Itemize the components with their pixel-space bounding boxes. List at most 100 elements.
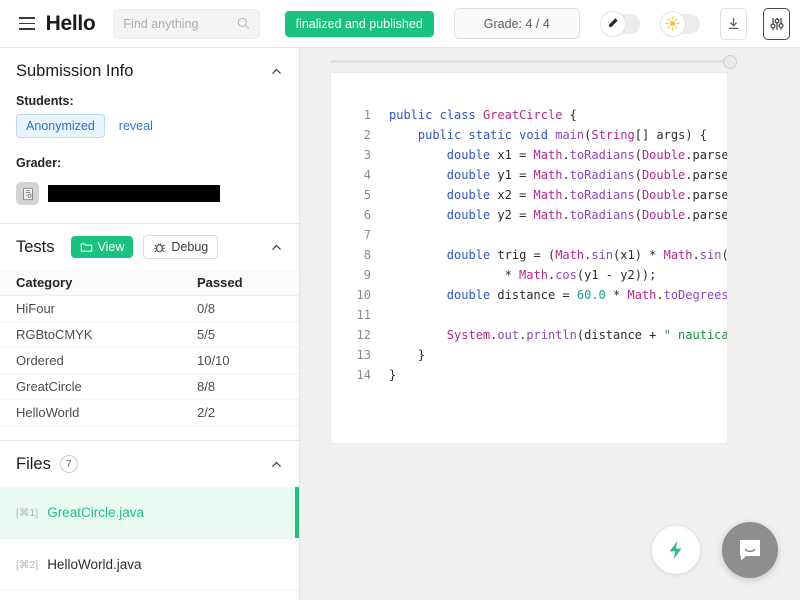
chevron-up-icon[interactable] <box>270 65 283 78</box>
view-tests-button[interactable]: View <box>70 236 134 258</box>
lightning-bolt-icon <box>669 540 682 560</box>
anonymized-badge[interactable]: Anonymized <box>16 114 105 138</box>
edit-toggle[interactable] <box>599 10 640 37</box>
debug-tests-label: Debug <box>171 240 209 254</box>
code-line-text: double x2 = Math.toRadians(Double.parseD… <box>446 188 728 202</box>
code-line-number: 13 <box>356 348 371 362</box>
code-line-text: public static void main(String[] args) { <box>417 128 708 142</box>
code-line: 12 System.out.println(distance + " nauti… <box>331 325 727 345</box>
settings-button[interactable] <box>763 7 790 40</box>
code-line-text: public class GreatCircle { <box>389 108 577 122</box>
code-line: 13 } <box>331 345 727 365</box>
certificate-icon <box>16 182 39 205</box>
file-shortcut: [⌘2] <box>16 558 39 571</box>
table-row[interactable]: Ordered 10/10 <box>0 347 299 374</box>
search-placeholder: Find anything <box>123 16 199 31</box>
list-item[interactable]: [⌘3] HiFour.java <box>0 591 299 600</box>
list-item[interactable]: [⌘1] GreatCircle.java <box>0 487 299 539</box>
grade-button[interactable]: Grade: 4 / 4 <box>453 8 580 39</box>
code-viewer[interactable]: 1 public class GreatCircle {2 public stat… <box>330 72 728 444</box>
code-width-slider-track[interactable] <box>330 60 728 63</box>
sidebar: Submission Info Students: Anonymized rev… <box>0 48 300 600</box>
code-line-number: 3 <box>363 148 371 162</box>
search-input[interactable]: Find anything <box>113 8 260 39</box>
code-line-text: double y2 = Math.toRadians(Double.parseD… <box>446 208 728 222</box>
code-line: 4 double y1 = Math.toRadians(Double.pars… <box>331 165 727 185</box>
code-line: 11 <box>331 305 727 325</box>
students-row: Anonymized reveal <box>0 114 299 138</box>
code-line-text: } <box>389 348 426 362</box>
code-line-number: 2 <box>363 128 371 142</box>
grader-row <box>0 176 299 205</box>
bug-icon <box>154 242 166 252</box>
view-tests-label: View <box>97 240 125 254</box>
code-line: 2 public static void main(String[] args)… <box>331 125 727 145</box>
code-line-number: 11 <box>356 308 371 322</box>
pencil-icon <box>608 18 618 28</box>
table-row[interactable]: HiFour 0/8 <box>0 295 299 322</box>
list-item[interactable]: [⌘2] HelloWorld.java <box>0 539 299 591</box>
code-line-number: 9 <box>363 268 371 282</box>
code-line-text: * Math.cos(y1 - y2)); <box>389 268 657 282</box>
code-line-number: 12 <box>356 328 371 342</box>
code-line: 1 public class GreatCircle { <box>331 105 727 125</box>
help-chat-button[interactable] <box>722 522 778 578</box>
brightness-toggle[interactable] <box>659 10 701 37</box>
grader-name-redacted <box>48 185 220 202</box>
code-line-text: } <box>389 368 397 382</box>
code-line-number: 10 <box>356 288 371 302</box>
test-passed: 10/10 <box>181 347 299 374</box>
code-line-text: double trig = (Math.sin(x1) * Math.sin(x… <box>446 248 728 262</box>
sun-icon <box>665 16 681 31</box>
test-category: GreatCircle <box>0 373 181 400</box>
sliders-icon <box>770 17 784 30</box>
chevron-up-icon[interactable] <box>270 458 283 471</box>
code-line-number: 5 <box>363 188 371 202</box>
code-line-text: System.out.println(distance + " nautical <box>446 328 728 342</box>
test-passed: 0/8 <box>181 295 299 322</box>
tests-table: Category Passed HiFour 0/8 RGBtoCMYK 5/5… <box>0 270 299 426</box>
code-line-text: double x1 = Math.toRadians(Double.parseD… <box>446 148 728 162</box>
file-name: GreatCircle.java <box>47 505 144 520</box>
brightness-toggle-knob <box>659 10 686 37</box>
code-line: 10 double distance = 60.0 * Math.toDegre… <box>331 285 727 305</box>
table-row[interactable]: HelloWorld 2/2 <box>0 399 299 426</box>
app-root: Hello Find anything finalized and publis… <box>0 0 800 600</box>
submission-info-title: Submission Info <box>16 61 134 80</box>
code-line-number: 6 <box>363 208 371 222</box>
tests-table-header-row: Category Passed <box>0 270 299 296</box>
test-passed: 2/2 <box>181 399 299 426</box>
table-row[interactable]: RGBtoCMYK 5/5 <box>0 321 299 348</box>
files-header: Files 7 <box>0 441 299 487</box>
tests-col-category: Category <box>0 270 181 296</box>
top-toolbar: Hello Find anything finalized and publis… <box>0 0 800 48</box>
code-line-number: 8 <box>363 248 371 262</box>
test-category: RGBtoCMYK <box>0 321 181 348</box>
intercom-chat-icon <box>740 540 760 561</box>
download-icon <box>728 17 739 29</box>
test-passed: 5/5 <box>181 321 299 348</box>
test-category: Ordered <box>0 347 181 374</box>
code-line: 3 double x1 = Math.toRadians(Double.pars… <box>331 145 727 165</box>
quick-action-button[interactable] <box>652 526 700 574</box>
code-line-text: double y1 = Math.toRadians(Double.parseD… <box>446 168 728 182</box>
file-shortcut: [⌘1] <box>16 506 39 519</box>
files-title: Files <box>16 454 51 473</box>
app-brand-title: Hello <box>45 11 96 35</box>
code-lines: 1 public class GreatCircle {2 public stat… <box>331 73 727 385</box>
code-width-slider-handle[interactable] <box>723 55 737 69</box>
code-line: 14} <box>331 365 727 385</box>
chevron-up-icon[interactable] <box>270 241 283 254</box>
download-button[interactable] <box>720 7 748 40</box>
code-line-number: 4 <box>363 168 371 182</box>
tests-col-passed: Passed <box>181 270 299 296</box>
status-badge[interactable]: finalized and published <box>284 10 434 37</box>
code-line: 5 double x2 = Math.toRadians(Double.pars… <box>331 185 727 205</box>
tests-title: Tests <box>16 237 55 256</box>
reveal-link[interactable]: reveal <box>119 119 153 133</box>
table-row[interactable]: GreatCircle 8/8 <box>0 373 299 400</box>
search-icon <box>237 17 249 30</box>
code-line: 8 double trig = (Math.sin(x1) * Math.sin… <box>331 245 727 265</box>
hamburger-menu-icon[interactable] <box>16 11 38 37</box>
debug-tests-button[interactable]: Debug <box>143 235 219 259</box>
